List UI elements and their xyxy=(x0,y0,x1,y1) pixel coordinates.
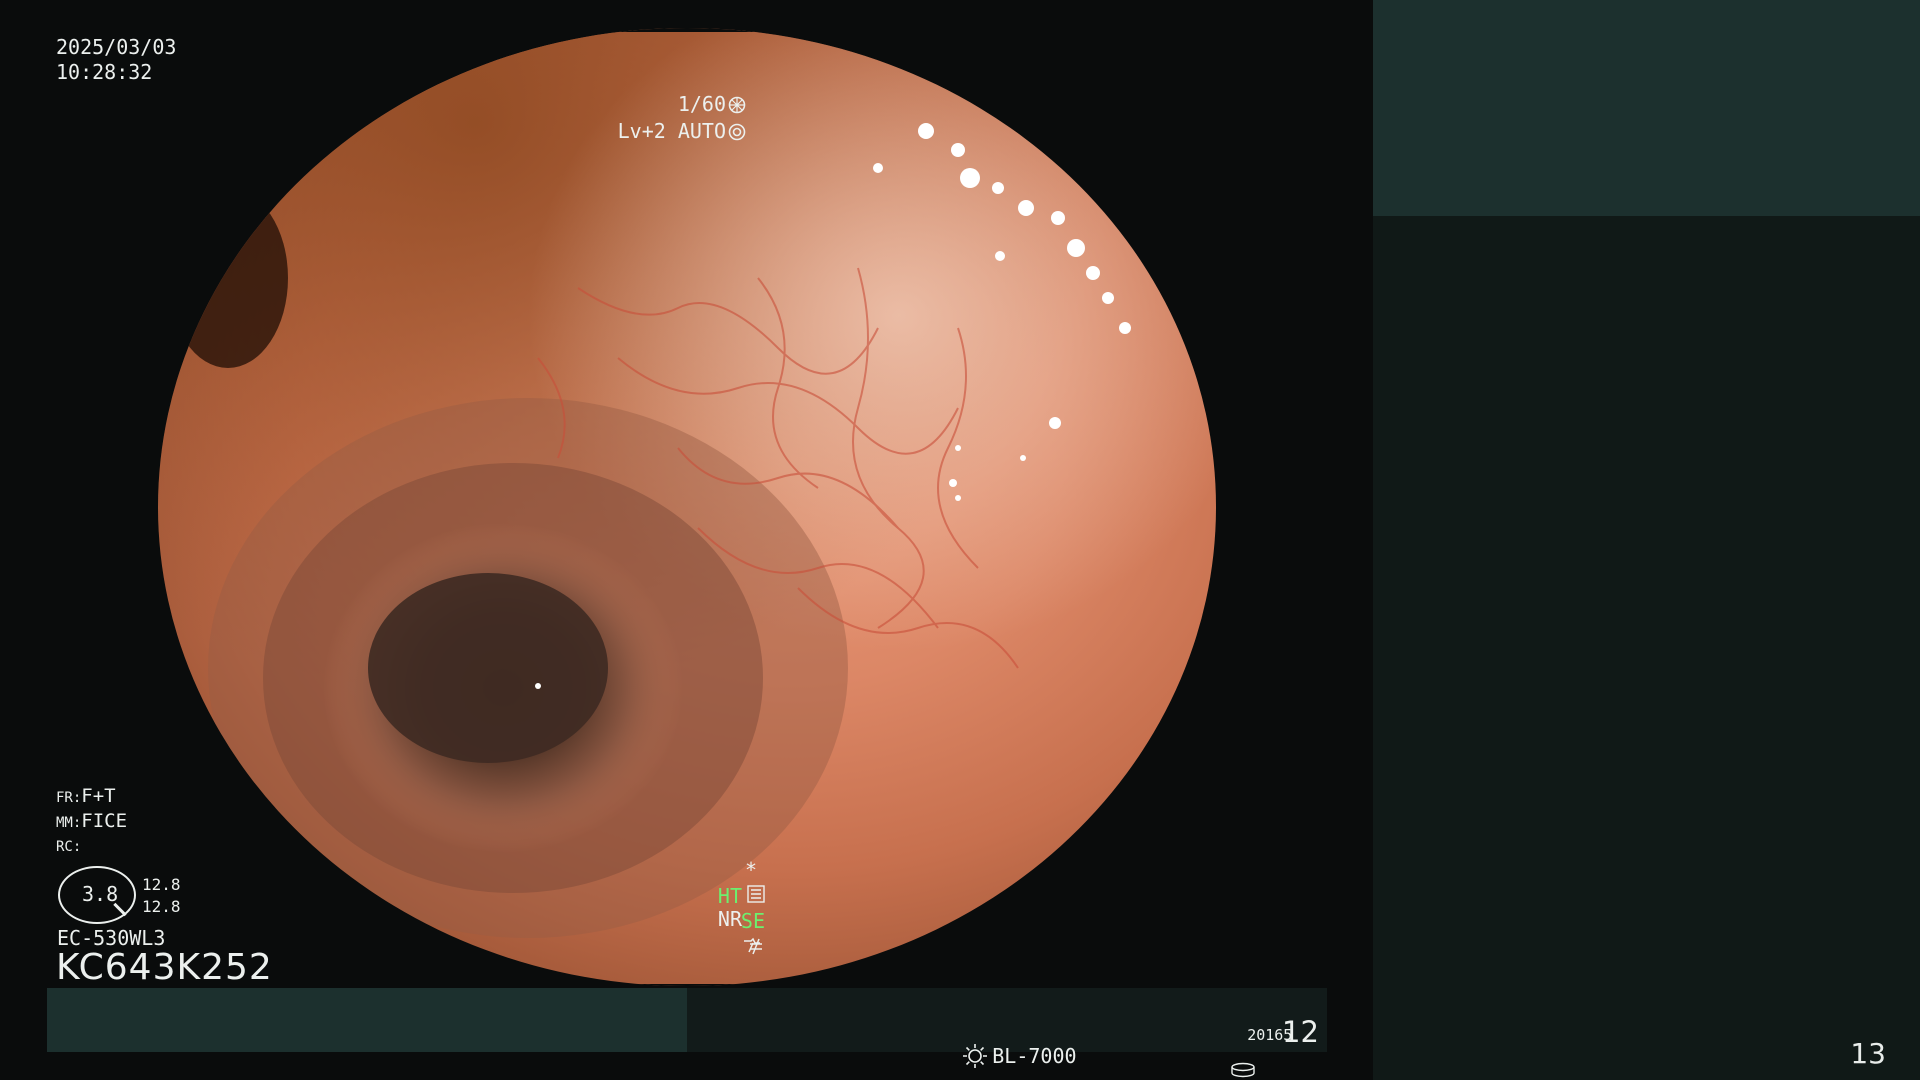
iris-value: Lv+2 AUTO xyxy=(617,119,726,143)
iris-readout: Lv+2 AUTO xyxy=(545,97,746,166)
endoscopy-viewer: 2025/03/03 10:28:32 1/60 Lv+2 AUTO FR:F+… xyxy=(0,0,1920,1080)
image-counter: 20165 xyxy=(1193,1010,1292,1080)
light-source-icon xyxy=(963,1044,988,1068)
neq-indicator-row xyxy=(673,911,765,980)
frame-number: 12 xyxy=(1282,1015,1319,1049)
iris-auto-icon xyxy=(728,123,746,141)
side-panel-header-block xyxy=(1373,0,1920,216)
mm-key: MM: xyxy=(56,815,82,831)
endoscope-display-panel: 2025/03/03 10:28:32 1/60 Lv+2 AUTO FR:F+… xyxy=(0,0,1373,1080)
fr-value: F+T xyxy=(81,785,116,807)
capture-time: 10:28:32 xyxy=(56,60,153,84)
gauge-value: 3.8 xyxy=(82,882,119,906)
gauge-lower-value: 12.8 xyxy=(142,897,181,916)
mm-mode: MM:FICE xyxy=(56,810,128,833)
status-bar xyxy=(47,988,1327,1052)
scope-edge-top xyxy=(158,28,1216,32)
star-indicator: * xyxy=(745,858,758,882)
side-panel: 13 xyxy=(1373,0,1920,1080)
disk-counter-icon xyxy=(1230,1062,1255,1077)
fr-key: FR: xyxy=(56,790,82,806)
zoom-gauge: 3.8 xyxy=(58,866,136,924)
mm-value: FICE xyxy=(81,810,128,832)
fr-mode: FR:F+T xyxy=(56,785,116,808)
status-bar-block xyxy=(47,988,687,1052)
capture-date: 2025/03/03 xyxy=(56,35,177,59)
gauge-upper-value: 12.8 xyxy=(142,875,181,894)
not-equal-icon xyxy=(750,938,762,955)
light-source-value: BL-7000 xyxy=(992,1044,1077,1068)
rc-key: RC: xyxy=(56,839,82,855)
scope-serial: KC643K252 xyxy=(56,947,273,988)
rc-mode: RC: xyxy=(56,838,81,855)
light-source-readout: BL-7000 xyxy=(890,1020,1077,1080)
gauge-handle-icon xyxy=(113,902,127,917)
page-number: 13 xyxy=(1850,1037,1886,1070)
scope-edge-bottom xyxy=(158,984,1216,986)
